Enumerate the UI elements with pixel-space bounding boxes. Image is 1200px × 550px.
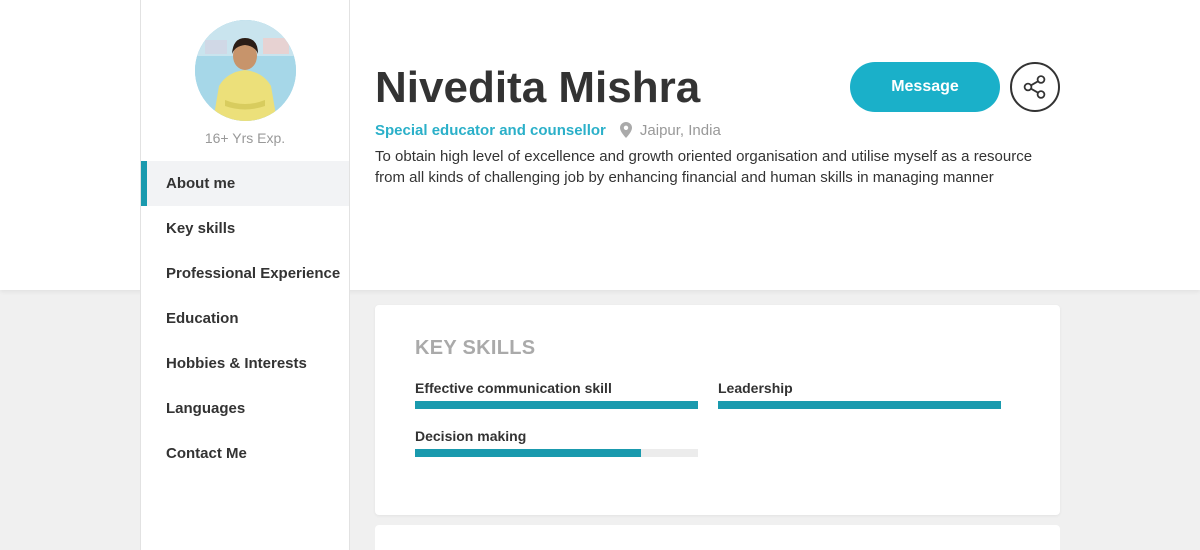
profile-summary: To obtain high level of excellence and g… bbox=[375, 148, 1033, 186]
skill-bar-track bbox=[718, 401, 1001, 409]
experience-label: 16+ Yrs Exp. bbox=[204, 130, 286, 146]
nav-item-education[interactable]: Education bbox=[141, 296, 349, 341]
location: Jaipur, India bbox=[639, 121, 721, 139]
nav-item-professional-experience[interactable]: Professional Experience bbox=[141, 251, 349, 296]
nav-item-about-me[interactable]: About me bbox=[141, 161, 349, 206]
skill-label: Leadership bbox=[718, 380, 793, 396]
skill-bar-track bbox=[415, 449, 698, 457]
avatar bbox=[195, 20, 296, 121]
skill-item: Leadership bbox=[718, 379, 1001, 409]
message-button[interactable]: Message bbox=[850, 62, 1000, 112]
skill-item: Decision making bbox=[415, 427, 698, 457]
sidebar: 16+ Yrs Exp. About me Key skills Profess… bbox=[140, 0, 350, 550]
avatar-photo bbox=[195, 20, 296, 121]
profile-name: Nivedita Mishra bbox=[375, 63, 701, 112]
map-pin-icon bbox=[619, 122, 632, 138]
share-icon bbox=[1023, 75, 1046, 99]
skill-bar-fill bbox=[718, 401, 1001, 409]
nav-item-languages[interactable]: Languages bbox=[141, 386, 349, 431]
skill-label: Decision making bbox=[415, 428, 527, 444]
nav-item-contact-me[interactable]: Contact Me bbox=[141, 431, 349, 476]
key-skills-card: KEY SKILLS Effective communication skill… bbox=[375, 305, 1060, 515]
skill-bar-fill bbox=[415, 401, 698, 409]
key-skills-title: KEY SKILLS bbox=[415, 337, 536, 359]
nav-item-hobbies-interests[interactable]: Hobbies & Interests bbox=[141, 341, 349, 386]
section-nav: About me Key skills Professional Experie… bbox=[141, 161, 349, 476]
share-button[interactable] bbox=[1010, 62, 1060, 112]
skill-bar-track bbox=[415, 401, 698, 409]
skill-label: Effective communication skill bbox=[415, 380, 612, 396]
nav-item-key-skills[interactable]: Key skills bbox=[141, 206, 349, 251]
skill-item: Effective communication skill bbox=[415, 379, 698, 409]
job-title: Special educator and counsellor bbox=[375, 121, 606, 139]
title-location-row: Special educator and counsellor Jaipur, … bbox=[375, 120, 721, 140]
skill-bar-fill bbox=[415, 449, 642, 457]
next-section-card bbox=[375, 525, 1060, 550]
